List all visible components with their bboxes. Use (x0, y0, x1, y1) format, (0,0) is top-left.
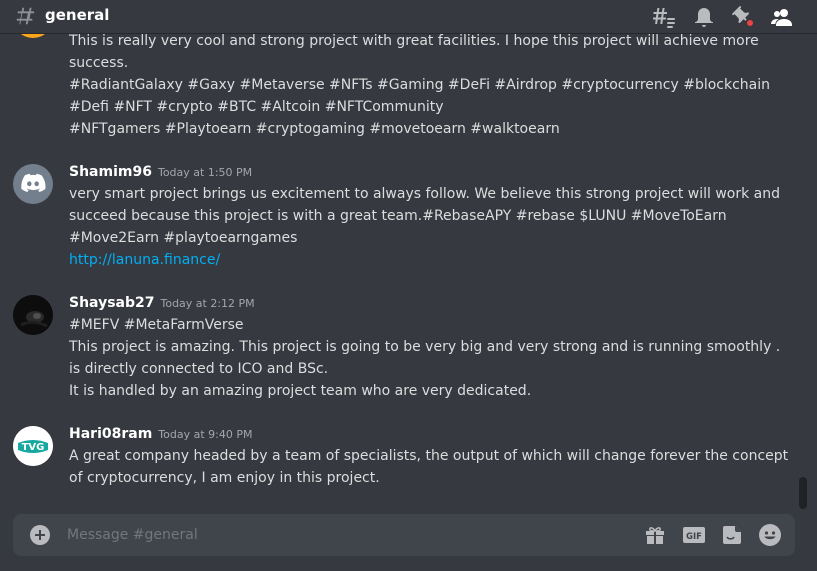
message-composer: GIF (13, 514, 795, 556)
timestamp[interactable]: Today at 2:12 PM (160, 297, 254, 310)
avatar[interactable] (13, 34, 53, 38)
sticker-icon[interactable] (720, 523, 744, 547)
message-list[interactable]: This is really very cool and strong proj… (0, 34, 805, 510)
message-line: success. (69, 55, 129, 71)
username[interactable]: Shamim96 (69, 164, 152, 180)
message-header: Shaysab27 Today at 2:12 PM (69, 294, 255, 313)
message-line: very smart project brings us excitement … (69, 186, 780, 202)
timestamp[interactable]: Today at 1:50 PM (158, 166, 252, 179)
gift-icon[interactable] (643, 523, 667, 547)
timestamp[interactable]: Today at 9:40 PM (158, 428, 252, 441)
message-line: #MEFV #MetaFarmVerse (69, 317, 244, 333)
message-input[interactable] (67, 514, 627, 556)
message-line: This project is amazing. This project is… (69, 339, 781, 355)
avatar[interactable] (13, 164, 53, 204)
emoji-icon[interactable] (758, 523, 782, 547)
avatar-photo-icon (13, 295, 53, 335)
message-line: It is handled by an amazing project team… (69, 383, 532, 399)
message-line: succeed because this project is with a g… (69, 208, 727, 224)
svg-text:TVG: TVG (22, 442, 45, 453)
discord-logo-icon (21, 173, 46, 192)
svg-text:GIF: GIF (686, 532, 702, 542)
message-line: of cryptocurrency, I am enjoy in this pr… (69, 470, 380, 486)
message-line: #RadiantGalaxy #Gaxy #Metaverse #NFTs #G… (69, 77, 771, 93)
message-header: Shamim96 Today at 1:50 PM (69, 163, 252, 182)
hash-icon (16, 7, 35, 25)
channel-header: general (0, 0, 817, 34)
bell-icon[interactable] (692, 5, 716, 29)
channel-title: general (45, 6, 110, 24)
tvg-logo-icon: TVG (13, 426, 53, 466)
message-header: Hari08ram Today at 9:40 PM (69, 425, 252, 444)
message-line: This is really very cool and strong proj… (69, 34, 759, 49)
message-line: #NFTgamers #Playtoearn #cryptogaming #mo… (69, 121, 560, 137)
scrollbar-thumb[interactable] (799, 477, 807, 509)
username[interactable]: Hari08ram (69, 426, 152, 442)
gif-icon[interactable]: GIF (682, 523, 706, 547)
message-link[interactable]: http://lanuna.finance/ (69, 251, 220, 269)
username[interactable]: Shaysab27 (69, 295, 154, 311)
avatar[interactable] (13, 295, 53, 335)
add-circle-icon[interactable] (30, 525, 50, 545)
message-line: #Defi #NFT #crypto #BTC #Altcoin #NFTCom… (69, 99, 444, 115)
scrollbar[interactable] (805, 34, 817, 510)
avatar[interactable]: TVG (13, 426, 53, 466)
members-icon[interactable] (770, 5, 794, 29)
message-line: #Move2Earn #playtoearngames (69, 230, 298, 246)
message-line: A great company headed by a team of spec… (69, 448, 789, 464)
message-line: is directly connected to ICO and BSc. (69, 361, 329, 377)
pin-icon[interactable] (731, 5, 755, 29)
threads-icon[interactable] (652, 5, 676, 29)
